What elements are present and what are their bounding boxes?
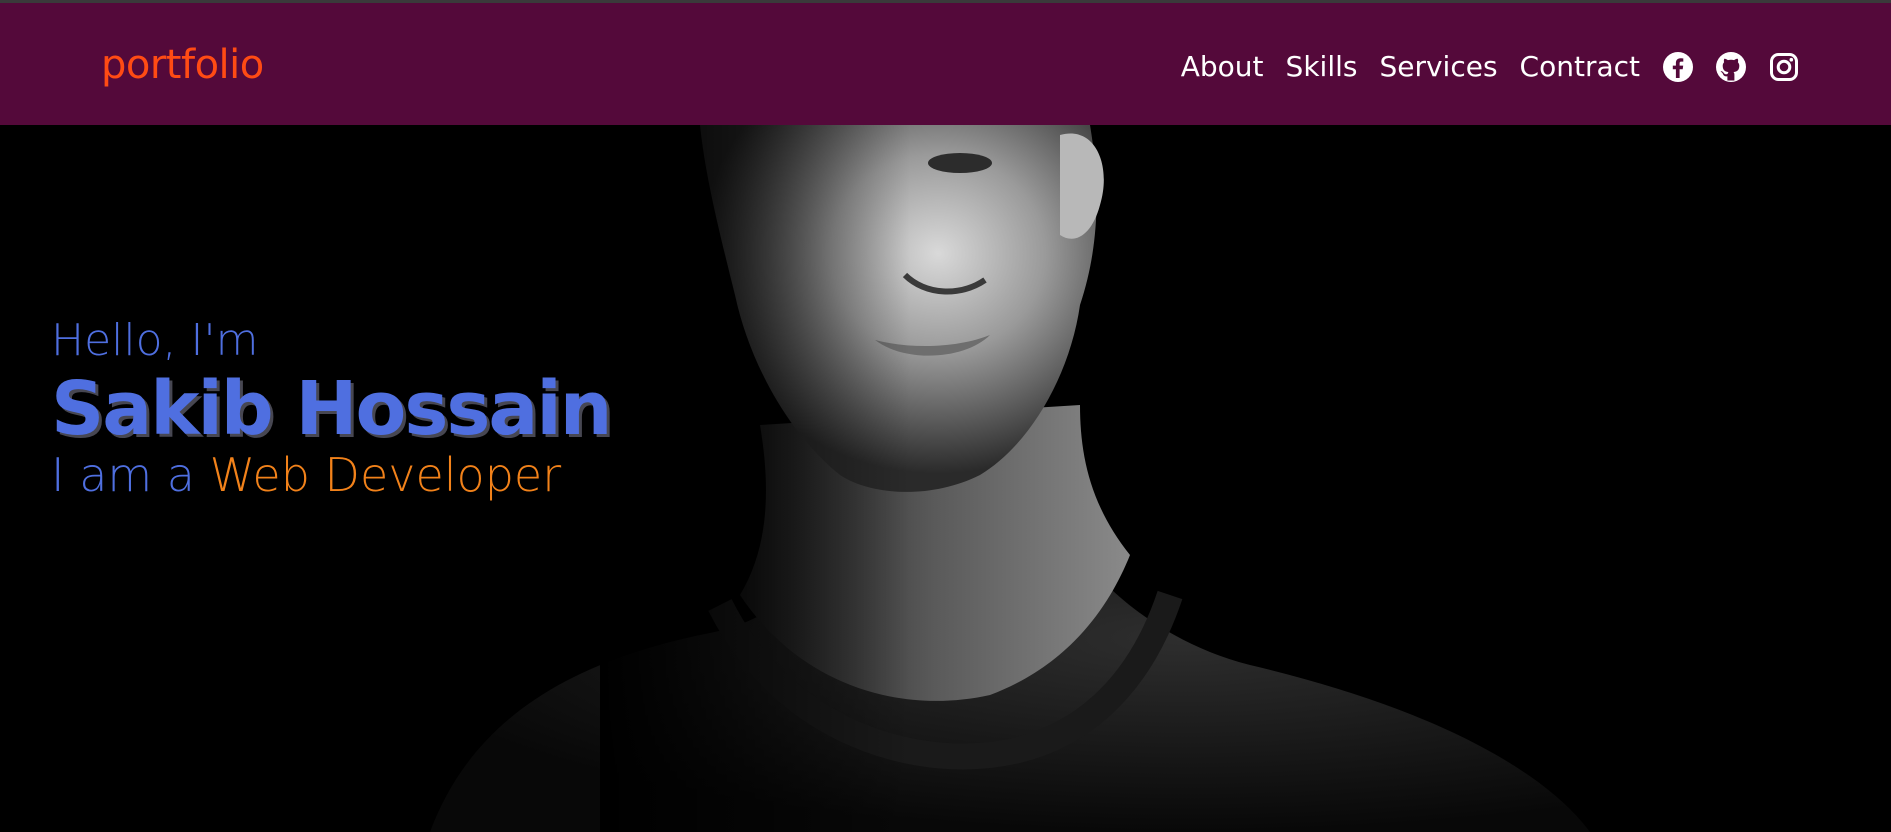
hero-role-prefix: I am a [51, 448, 210, 502]
instagram-icon[interactable] [1768, 51, 1800, 83]
hero-name: Sakib Hossain [51, 366, 612, 452]
brand-logo[interactable]: portfolio [101, 41, 264, 89]
nav-link-services[interactable]: Services [1379, 43, 1497, 91]
hero-intro: Hello, I'm Sakib Hossain I am a Web Deve… [51, 313, 612, 503]
hero-section: Hello, I'm Sakib Hossain I am a Web Deve… [0, 125, 1891, 832]
nav-link-contract[interactable]: Contract [1520, 43, 1640, 91]
facebook-icon[interactable] [1662, 51, 1694, 83]
main-nav: About Skills Services Contract [1181, 43, 1800, 91]
hero-role: I am a Web Developer [51, 447, 610, 503]
nav-link-skills[interactable]: Skills [1286, 43, 1358, 91]
navbar: portfolio About Skills Services Contract [0, 3, 1891, 125]
github-icon[interactable] [1715, 51, 1747, 83]
hero-greeting: Hello, I'm [51, 315, 259, 366]
hero-role-highlight: Web Developer [209, 448, 562, 502]
nav-link-about[interactable]: About [1181, 43, 1264, 91]
